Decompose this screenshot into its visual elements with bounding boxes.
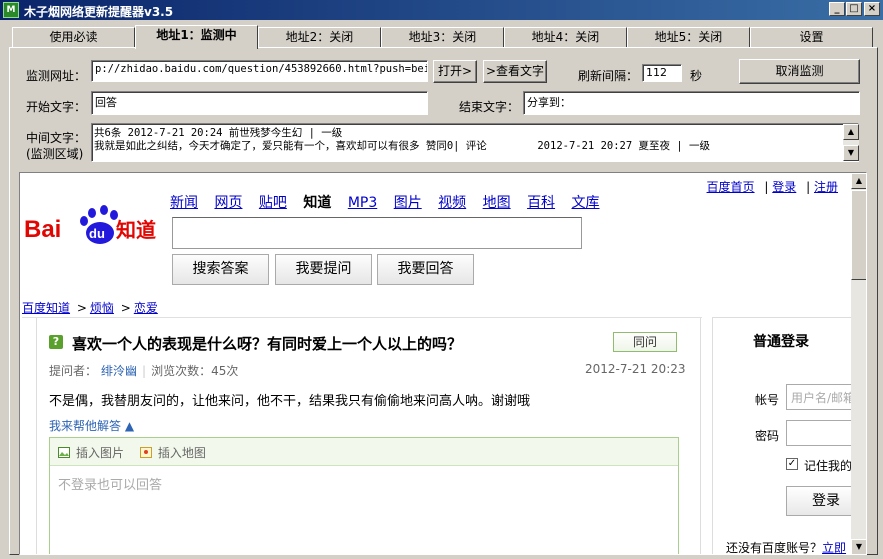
web-browser-view[interactable]: 百度首页 | 登录 | 注册 Bai du 知道 新闻 网页 贴吧 知道 MP3…: [19, 172, 867, 555]
search-answer-button[interactable]: 搜索答案: [172, 254, 269, 285]
memo-line: 我就是如此之纠结，今天才确定了，爱只能有一个，喜欢却可以有很多 赞同0| 评论 …: [94, 140, 710, 152]
register-now-link[interactable]: 立即: [822, 541, 846, 554]
middle-text-label: 中间文字：: [26, 131, 87, 145]
editor-toolbar: 插入图片 插入地图: [50, 438, 678, 466]
nav-zhidao: 知道: [303, 195, 332, 211]
start-text-input[interactable]: 回答: [91, 91, 428, 115]
refresh-unit-label: 秒: [690, 69, 703, 83]
image-icon: [58, 447, 70, 458]
nav-video[interactable]: 视频: [438, 195, 466, 211]
insert-map-button[interactable]: 插入地图: [139, 446, 206, 460]
answer-button[interactable]: 我要回答: [377, 254, 474, 285]
browser-scrollbar[interactable]: ▲ ▼: [851, 173, 866, 554]
baidu-home-link[interactable]: 百度首页: [707, 180, 755, 194]
login-link[interactable]: 登录: [772, 180, 796, 194]
scroll-down-icon[interactable]: ▼: [843, 145, 859, 161]
refresh-interval-input[interactable]: 112: [642, 64, 682, 82]
remember-label: 记住我的: [804, 459, 853, 473]
register-link[interactable]: 注册: [814, 180, 838, 194]
remember-checkbox[interactable]: ✓: [786, 458, 798, 470]
monitor-area-label: (监测区域): [26, 147, 84, 161]
tab-address-4[interactable]: 地址4：关闭: [504, 27, 627, 48]
map-icon: [139, 447, 152, 458]
question-title: 喜欢一个人的表现是什么呀？有同时爱上一个人以上的吗？: [72, 335, 463, 353]
maximize-button[interactable]: □: [846, 2, 862, 16]
nav-wenku[interactable]: 文库: [572, 195, 600, 211]
svg-text:知道: 知道: [116, 218, 156, 242]
title-bar: M 木子烟网络更新提醒器v3.5 _ □ ×: [0, 0, 883, 20]
no-account-text: 还没有百度账号？立即: [726, 541, 847, 555]
question-date: 2012-7-21 20:23: [585, 362, 686, 376]
cancel-monitor-button[interactable]: 取消监测: [739, 59, 860, 84]
login-title: 普通登录: [753, 334, 809, 350]
insert-image-button[interactable]: 插入图片: [58, 446, 124, 460]
view-count: 浏览次数：45次: [151, 364, 239, 378]
app-icon: M: [3, 2, 19, 18]
refresh-interval-label: 刷新间隔：: [578, 69, 639, 83]
memo-scrollbar[interactable]: ▲ ▼: [843, 124, 859, 161]
breadcrumb-worries[interactable]: 烦恼: [90, 301, 114, 315]
help-answer-link[interactable]: 我来帮他解答 ▲: [49, 417, 134, 434]
url-input[interactable]: p://zhidao.baidu.com/question/453892660.…: [91, 60, 428, 82]
asker-name-link[interactable]: 绯泠幽: [101, 364, 137, 378]
nav-images[interactable]: 图片: [394, 195, 422, 211]
question-body: 不是偶，我替朋友问的，让他来问，他不干，结果我只有偷偷地来问高人呐。谢谢哦: [49, 394, 531, 409]
breadcrumb-love[interactable]: 恋爱: [134, 301, 158, 315]
minimize-button[interactable]: _: [829, 2, 845, 16]
nav-tieba[interactable]: 贴吧: [259, 195, 287, 211]
end-text-input[interactable]: 分享到：: [523, 91, 860, 115]
breadcrumb: 百度知道 > 烦恼 > 恋爱: [22, 301, 158, 315]
scroll-thumb[interactable]: [851, 190, 866, 280]
nav-news[interactable]: 新闻: [170, 195, 198, 211]
window-title: 木子烟网络更新提醒器v3.5: [24, 5, 174, 19]
tab-address-3[interactable]: 地址3：关闭: [381, 27, 504, 48]
tab-readme[interactable]: 使用必读: [12, 27, 135, 48]
close-button[interactable]: ×: [864, 2, 880, 16]
password-label: 密码: [755, 429, 780, 443]
breadcrumb-zhidao[interactable]: 百度知道: [22, 301, 70, 315]
scroll-up-icon[interactable]: ▲: [851, 173, 866, 189]
same-question-button[interactable]: 同问: [613, 332, 677, 352]
separator: |: [806, 180, 811, 194]
tab-address-5[interactable]: 地址5：关闭: [627, 27, 750, 48]
scroll-up-icon[interactable]: ▲: [843, 124, 859, 140]
paw-icon: Bai du 知道: [24, 205, 156, 244]
question-meta: 提问者： 绯泠幽 | 浏览次数：45次: [49, 364, 239, 378]
answer-placeholder: 不登录也可以回答: [58, 478, 163, 493]
middle-text-memo[interactable]: 共6条 2012-7-21 20:24 前世残梦今生幻 | 一级 我就是如此之纠…: [91, 123, 859, 162]
nav-mp3[interactable]: MP3: [348, 195, 377, 211]
scroll-down-icon[interactable]: ▼: [851, 539, 866, 554]
svg-text:Bai: Bai: [24, 216, 61, 243]
search-input[interactable]: [172, 217, 582, 249]
tab-address-1[interactable]: 地址1：监测中: [135, 25, 258, 49]
question-box: ? 喜欢一个人的表现是什么呀？有同时爱上一个人以上的吗？ 同问 提问者： 绯泠幽 |…: [36, 318, 701, 554]
view-text-button[interactable]: >查看文字: [483, 60, 547, 83]
login-panel: 普通登录 帐号 用户名/邮箱 密码 ✓ 记住我的 登录: [712, 317, 866, 554]
tab-settings[interactable]: 设置: [750, 27, 873, 48]
category-nav: 新闻 网页 贴吧 知道 MP3 图片 视频 地图 百科 文库: [170, 192, 600, 212]
answer-editor[interactable]: 插入图片 插入地图 不登录也可以回答: [49, 437, 679, 554]
separator: |: [764, 180, 769, 194]
top-links: 百度首页 | 登录 | 注册: [707, 178, 838, 195]
svg-text:du: du: [89, 226, 105, 241]
ask-question-button[interactable]: 我要提问: [275, 254, 372, 285]
account-label: 帐号: [755, 393, 780, 407]
nav-web[interactable]: 网页: [214, 195, 242, 211]
start-text-label: 开始文字：: [26, 100, 87, 114]
tab-address-2[interactable]: 地址2：关闭: [258, 27, 381, 48]
question-icon: ?: [49, 335, 63, 349]
end-text-label: 结束文字：: [459, 100, 520, 114]
url-label: 监测网址：: [26, 69, 87, 83]
memo-line: 共6条 2012-7-21 20:24 前世残梦今生幻 | 一级: [94, 127, 343, 139]
nav-baike[interactable]: 百科: [527, 195, 555, 211]
open-button[interactable]: 打开>: [433, 60, 477, 83]
nav-map[interactable]: 地图: [483, 195, 511, 211]
baidu-zhidao-logo[interactable]: Bai du 知道: [24, 203, 164, 247]
question-panel: ? 喜欢一个人的表现是什么呀？有同时爱上一个人以上的吗？ 同问 提问者： 绯泠幽 |…: [22, 317, 702, 554]
